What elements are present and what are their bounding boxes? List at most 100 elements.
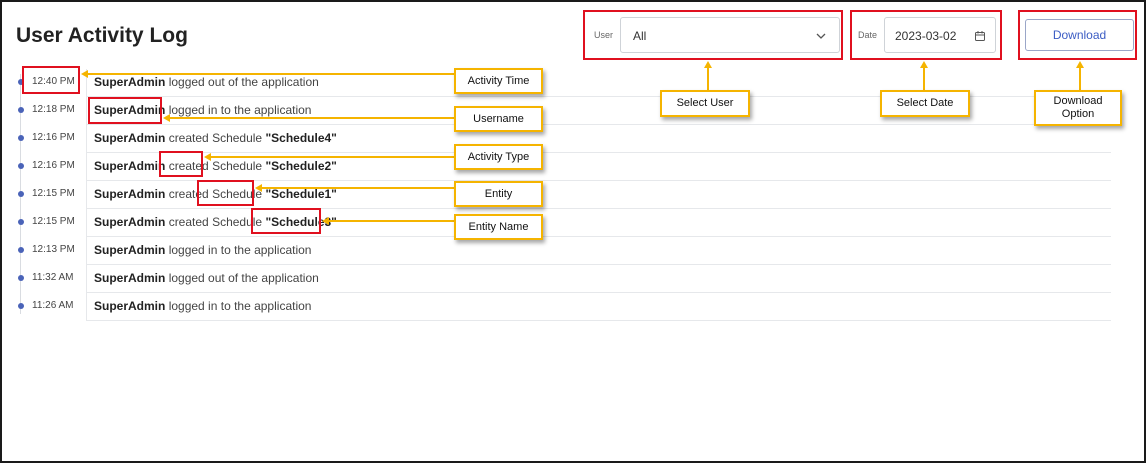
row-rule [87,320,1111,321]
activity-time-connector [88,73,454,75]
callout-download-option: Download Option [1034,90,1122,126]
arrow-left-icon [204,153,211,161]
date-input[interactable]: 2023-03-02 [884,17,996,53]
arrow-up-icon [920,61,928,68]
arrow-left-icon [255,184,262,192]
log-user: SuperAdmin [94,159,166,173]
log-action: logged in to the application [168,299,312,313]
download-option-connector [1079,68,1081,90]
log-action: created [168,215,209,229]
date-input-value: 2023-03-02 [895,29,957,43]
callout-download-option-line2: Option [1061,108,1095,120]
log-time: 11:32 AM [32,272,74,283]
log-message: SuperAdmin logged in to the application [94,243,311,257]
log-row: 12:16 PM SuperAdmin created Schedule "Sc… [2,125,1146,153]
arrow-left-icon [81,70,88,78]
log-user: SuperAdmin [94,75,166,89]
timeline-dot-icon [18,191,24,197]
activity-time-highlight [22,66,80,94]
log-row: 12:15 PM SuperAdmin created Schedule "Sc… [2,209,1146,237]
log-user: SuperAdmin [94,271,166,285]
row-separator [86,181,87,209]
arrow-up-icon [1076,61,1084,68]
log-message: SuperAdmin logged out of the application [94,271,319,285]
arrow-left-icon [163,114,170,122]
select-user-connector [707,68,709,90]
activity-type-connector [211,156,454,158]
log-time: 12:15 PM [32,216,75,227]
log-entity-name: "Schedule1" [265,187,337,201]
log-time: 11:26 AM [32,300,74,311]
log-entity: Schedule [212,159,263,173]
log-time: 12:16 PM [32,160,75,171]
log-time: 12:15 PM [32,188,75,199]
log-message: SuperAdmin created Schedule "Schedule2" [94,159,337,173]
callout-select-date: Select Date [880,90,970,117]
log-user: SuperAdmin [94,299,166,313]
arrow-up-icon [704,61,712,68]
log-message: SuperAdmin logged out of the application [94,75,319,89]
row-separator [86,125,87,153]
callout-download-option-line1: Download [1053,95,1103,107]
chevron-down-icon[interactable] [815,30,827,42]
timeline-dot-icon [18,275,24,281]
row-separator [86,293,87,321]
timeline-dot-icon [18,247,24,253]
log-row: 11:26 AM SuperAdmin logged in to the app… [2,293,1146,321]
log-action: logged in to the application [168,243,312,257]
log-row: 12:15 PM SuperAdmin created Schedule "Sc… [2,181,1146,209]
log-time: 12:13 PM [32,244,75,255]
log-row: 12:13 PM SuperAdmin logged in to the app… [2,237,1146,265]
timeline-dot-icon [18,219,24,225]
log-entity-name: "Schedule4" [265,131,337,145]
arrow-left-icon [322,217,329,225]
username-highlight [88,97,162,124]
callout-activity-type: Activity Type [454,144,543,170]
callout-username: Username [454,106,543,132]
log-action: logged out of the application [168,271,319,285]
timeline-dot-icon [18,163,24,169]
entity-highlight [197,180,254,206]
row-separator [86,97,87,125]
row-separator [86,209,87,237]
log-entity: Schedule [212,131,263,145]
calendar-icon[interactable] [974,30,986,42]
user-filter-label: User [594,30,614,40]
log-user: SuperAdmin [94,215,166,229]
download-button[interactable]: Download [1025,19,1134,51]
log-user: SuperAdmin [94,131,166,145]
log-entity-name: "Schedule2" [265,159,337,173]
timeline-dot-icon [18,135,24,141]
select-date-connector [923,68,925,90]
row-separator [86,265,87,293]
entity-connector [262,187,454,189]
entity-name-connector [329,220,454,222]
callout-entity: Entity [454,181,543,207]
entity-name-highlight [251,208,321,234]
log-message: SuperAdmin logged in to the application [94,299,311,313]
callout-select-user: Select User [660,90,750,117]
log-time: 12:16 PM [32,132,75,143]
log-action: logged in to the application [168,103,312,117]
timeline-dot-icon [18,303,24,309]
user-select-value: All [633,29,647,43]
row-separator [86,237,87,265]
log-message: SuperAdmin created Schedule "Schedule4" [94,131,337,145]
timeline-dot-icon [18,107,24,113]
callout-activity-time: Activity Time [454,68,543,94]
log-time: 12:18 PM [32,104,75,115]
date-filter-label: Date [858,30,878,40]
log-action: created [168,131,209,145]
callout-entity-name: Entity Name [454,214,543,240]
log-row: 11:32 AM SuperAdmin logged out of the ap… [2,265,1146,293]
log-row: 12:18 PM SuperAdmin logged in to the app… [2,97,1146,125]
log-action: logged out of the application [168,75,319,89]
log-user: SuperAdmin [94,243,166,257]
page-title: User Activity Log [16,24,188,47]
screenshot-frame: User Activity Log User All Date 2023-03-… [0,0,1146,463]
log-user: SuperAdmin [94,187,166,201]
activity-type-highlight [159,151,203,177]
username-connector [170,117,454,119]
row-separator [86,153,87,181]
user-select[interactable]: All [620,17,840,53]
